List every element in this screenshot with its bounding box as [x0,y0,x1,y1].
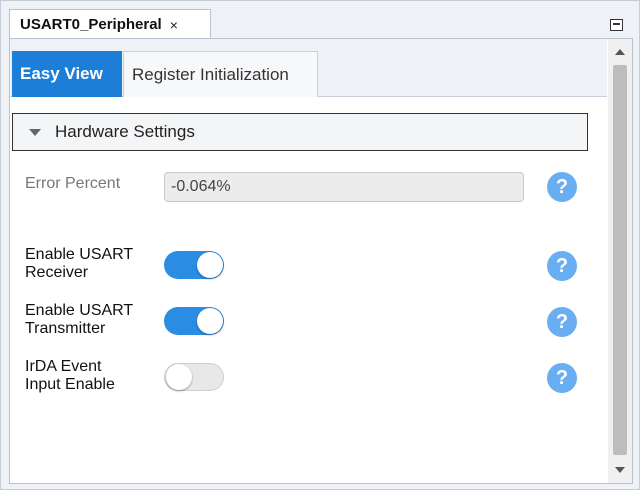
tab-register-initialization[interactable]: Register Initialization [123,51,318,97]
error-percent-label: Error Percent [25,175,121,192]
vertical-scrollbar[interactable] [608,39,632,483]
scroll-down-arrow-icon[interactable] [615,467,625,473]
peripheral-panel: Easy View Register Initialization Hardwa… [9,38,633,484]
toggle-knob [197,252,223,278]
help-icon[interactable]: ? [547,251,577,281]
receiver-label-line2: Receiver [25,264,89,281]
section-title: Hardware Settings [55,122,195,141]
document-tab-title: USART0_Peripheral [20,16,162,33]
help-icon[interactable]: ? [547,307,577,337]
help-icon[interactable]: ? [547,363,577,393]
irda-toggle[interactable] [164,363,224,391]
toggle-knob [166,364,192,390]
minimize-icon[interactable] [610,19,623,31]
irda-label-line2: Input Enable [25,376,115,393]
help-icon[interactable]: ? [547,172,577,202]
tab-easy-view[interactable]: Easy View [12,51,122,97]
usart-peripheral-window: USART0_Peripheral × Easy View Register I… [0,0,640,490]
transmitter-label-line2: Transmitter [25,320,106,337]
document-tab-usart0[interactable]: USART0_Peripheral × [9,9,211,39]
toggle-knob [197,308,223,334]
receiver-label-line1: Enable USART [25,246,134,263]
error-percent-field[interactable] [164,172,524,202]
hardware-settings-section-header[interactable]: Hardware Settings [12,113,588,151]
collapse-caret-icon[interactable] [29,128,41,136]
transmitter-toggle[interactable] [164,307,224,335]
close-icon[interactable]: × [170,17,178,33]
irda-label-line1: IrDA Event [25,358,102,375]
view-tabbar: Easy View Register Initialization [10,39,607,97]
transmitter-label-line1: Enable USART [25,302,134,319]
scrollbar-thumb[interactable] [613,65,627,455]
scroll-up-arrow-icon[interactable] [615,49,625,55]
receiver-toggle[interactable] [164,251,224,279]
